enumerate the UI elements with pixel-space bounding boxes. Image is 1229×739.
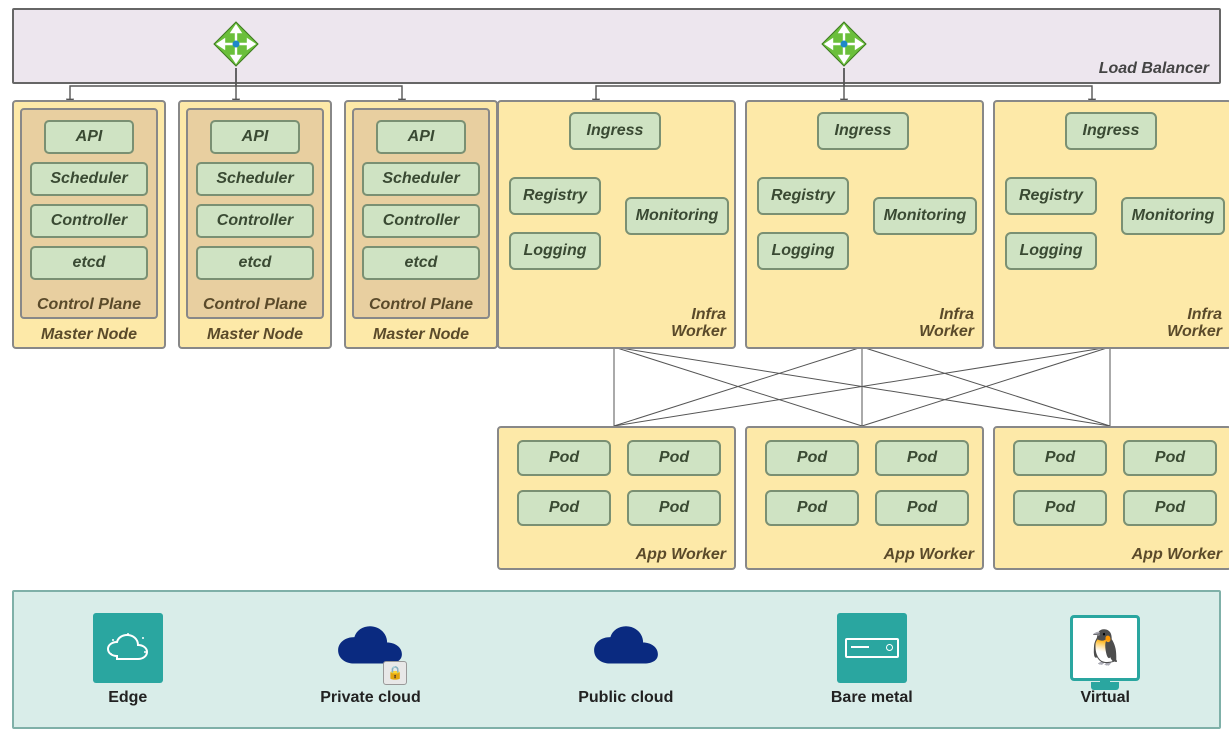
component-monitoring: Monitoring <box>1121 197 1225 235</box>
bare-metal-icon <box>837 613 907 683</box>
pod: Pod <box>627 440 721 476</box>
platform-label: Private cloud <box>320 689 420 707</box>
pod: Pod <box>1123 440 1217 476</box>
component-etcd: etcd <box>30 246 148 280</box>
platform-label: Virtual <box>1080 689 1130 707</box>
control-plane-label: Control Plane <box>354 296 488 314</box>
pod: Pod <box>627 490 721 526</box>
pod: Pod <box>1013 440 1107 476</box>
component-logging: Logging <box>509 232 601 270</box>
pod: Pod <box>1123 490 1217 526</box>
component-etcd: etcd <box>362 246 480 280</box>
master-node-label: Master Node <box>180 326 330 344</box>
platform-virtual: 🐧 Virtual <box>1070 613 1140 707</box>
component-logging: Logging <box>1005 232 1097 270</box>
platform-edge: Edge <box>93 613 163 707</box>
component-monitoring: Monitoring <box>625 197 729 235</box>
component-registry: Registry <box>509 177 601 215</box>
infra-worker-label: InfraWorker <box>671 306 726 341</box>
component-api: API <box>210 120 300 154</box>
component-scheduler: Scheduler <box>30 162 148 196</box>
app-worker-label: App Worker <box>884 546 974 564</box>
pod: Pod <box>765 440 859 476</box>
component-api: API <box>376 120 466 154</box>
component-etcd: etcd <box>196 246 314 280</box>
infra-worker-label: InfraWorker <box>1167 306 1222 341</box>
infra-worker: Ingress Registry Monitoring Logging Infr… <box>993 100 1229 349</box>
pod: Pod <box>875 440 969 476</box>
platform-label: Edge <box>108 689 147 707</box>
component-controller: Controller <box>362 204 480 238</box>
control-plane-label: Control Plane <box>22 296 156 314</box>
lock-icon: 🔒 <box>383 661 407 685</box>
pod: Pod <box>875 490 969 526</box>
app-worker-label: App Worker <box>636 546 726 564</box>
component-registry: Registry <box>1005 177 1097 215</box>
app-worker: Pod Pod Pod Pod App Worker <box>993 426 1229 570</box>
component-ingress: Ingress <box>1065 112 1157 150</box>
control-plane-label: Control Plane <box>188 296 322 314</box>
platform-label: Bare metal <box>831 689 913 707</box>
infra-worker: Ingress Registry Monitoring Logging Infr… <box>745 100 984 349</box>
component-controller: Controller <box>30 204 148 238</box>
virtual-icon: 🐧 <box>1070 613 1140 683</box>
component-scheduler: Scheduler <box>196 162 314 196</box>
master-node-label: Master Node <box>14 326 164 344</box>
master-node: API Scheduler Controller etcd Control Pl… <box>12 100 166 349</box>
component-ingress: Ingress <box>569 112 661 150</box>
component-controller: Controller <box>196 204 314 238</box>
platform-private-cloud: 🔒 Private cloud <box>320 613 420 707</box>
control-plane: API Scheduler Controller etcd Control Pl… <box>20 108 158 319</box>
platform-public-cloud: Public cloud <box>578 613 673 707</box>
app-worker-label: App Worker <box>1132 546 1222 564</box>
diagram-stage: Load Balancer <box>0 0 1229 739</box>
platform-label: Public cloud <box>578 689 673 707</box>
pod: Pod <box>517 440 611 476</box>
public-cloud-icon <box>591 613 661 683</box>
pod: Pod <box>765 490 859 526</box>
component-registry: Registry <box>757 177 849 215</box>
component-logging: Logging <box>757 232 849 270</box>
app-worker: Pod Pod Pod Pod App Worker <box>745 426 984 570</box>
component-api: API <box>44 120 134 154</box>
pod: Pod <box>1013 490 1107 526</box>
edge-icon <box>93 613 163 683</box>
master-node: API Scheduler Controller etcd Control Pl… <box>344 100 498 349</box>
component-scheduler: Scheduler <box>362 162 480 196</box>
private-cloud-icon: 🔒 <box>335 613 405 683</box>
platform-bare-metal: Bare metal <box>831 613 913 707</box>
infra-worker-label: InfraWorker <box>919 306 974 341</box>
component-monitoring: Monitoring <box>873 197 977 235</box>
app-worker: Pod Pod Pod Pod App Worker <box>497 426 736 570</box>
master-node: API Scheduler Controller etcd Control Pl… <box>178 100 332 349</box>
pod: Pod <box>517 490 611 526</box>
platforms-strip: Edge 🔒 Private cloud Public cloud Bare m… <box>12 590 1221 729</box>
control-plane: API Scheduler Controller etcd Control Pl… <box>186 108 324 319</box>
infra-worker: Ingress Registry Monitoring Logging Infr… <box>497 100 736 349</box>
control-plane: API Scheduler Controller etcd Control Pl… <box>352 108 490 319</box>
component-ingress: Ingress <box>817 112 909 150</box>
master-node-label: Master Node <box>346 326 496 344</box>
